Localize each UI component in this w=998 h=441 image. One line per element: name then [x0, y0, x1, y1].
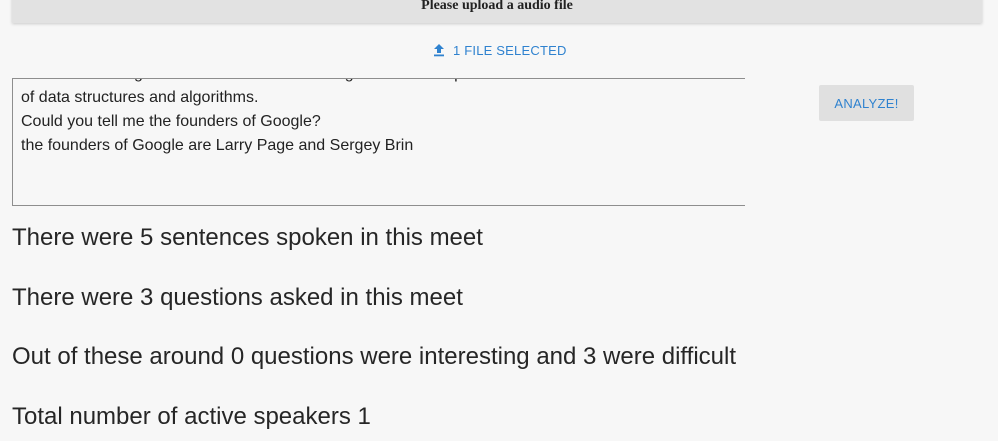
- transcript-text: Machine learning is a branch of Artifici…: [21, 79, 733, 154]
- question-difficulty-text: Out of these around 0 questions were int…: [12, 343, 736, 370]
- file-upload-button[interactable]: 1 FILE SELECTED: [420, 38, 579, 62]
- upload-icon: [432, 43, 446, 57]
- questions-count-text: There were 3 questions asked in this mee…: [12, 284, 463, 311]
- transcript-textarea[interactable]: Machine learning is a branch of Artifici…: [12, 78, 745, 206]
- sentences-count-text: There were 5 sentences spoken in this me…: [12, 224, 483, 251]
- file-upload-label: 1 FILE SELECTED: [453, 42, 567, 58]
- analyze-button[interactable]: ANALYZE!: [819, 85, 914, 121]
- upload-header: Please upload a audio file: [12, 0, 982, 23]
- upload-header-title: Please upload a audio file: [421, 0, 573, 13]
- active-speakers-text: Total number of active speakers 1: [12, 403, 371, 430]
